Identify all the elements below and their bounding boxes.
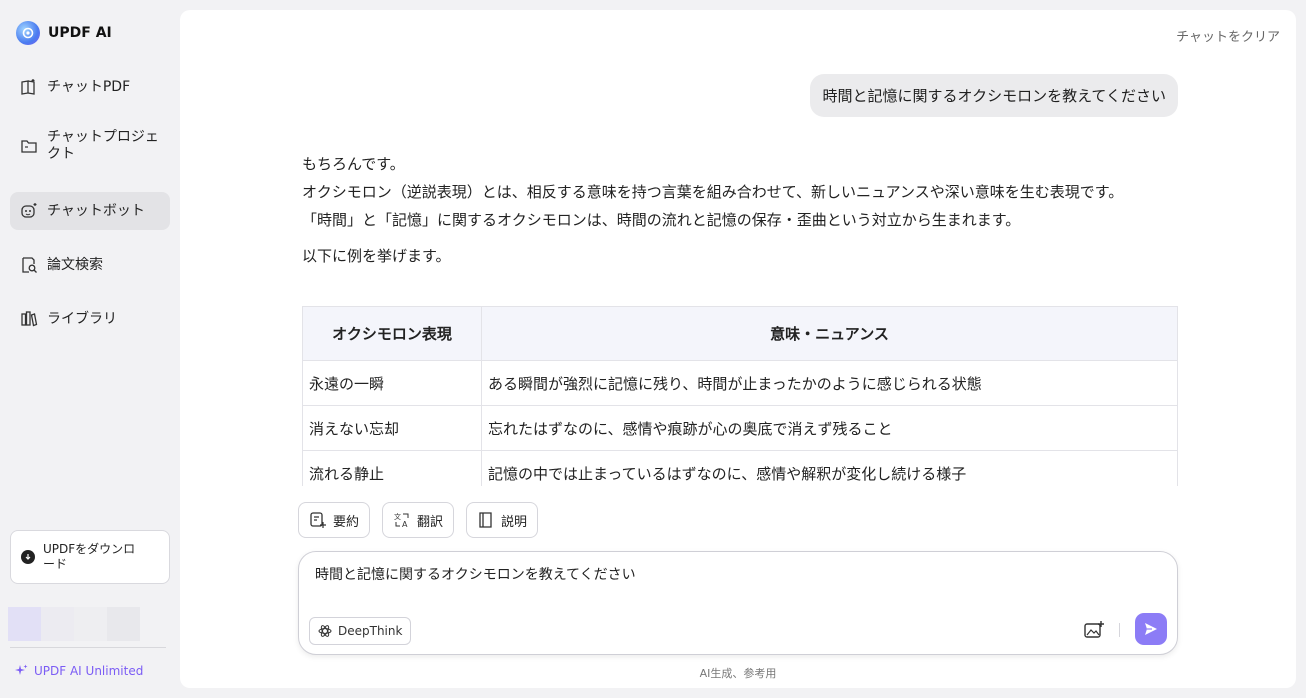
summarize-button[interactable]: 要約 [298, 502, 371, 538]
answer-paragraph: オクシモロン（逆説表現）とは、相反する意味を持つ言葉を組み合わせて、新しいニュア… [302, 183, 1124, 201]
table-cell: 流れる静止 [302, 450, 482, 486]
doc-search-icon [22, 257, 37, 273]
download-updf-button[interactable]: UPDFをダウンロード [10, 530, 170, 584]
sidebar-item-label: チャットPDF [47, 78, 131, 95]
oxymoron-table: オクシモロン表現 意味・ニュアンス 永遠の一瞬 ある瞬間が強烈に記憶に残り、時間… [302, 306, 1178, 486]
sidebar-item-paper-search[interactable]: 論文検索 [10, 246, 170, 284]
sidebar-nav: チャットPDF チャットプロジェクト チャットボット 論文検索 ライブラリ [10, 64, 170, 338]
brand-name: UPDF AI [48, 25, 112, 41]
folder-icon [21, 140, 37, 153]
prompt-tools: 要約 文A 翻訳 説明 [298, 502, 539, 538]
oxymoron-table-scroll[interactable]: オクシモロン表現 意味・ニュアンス 永遠の一瞬 ある瞬間が強烈に記憶に残り、時間… [302, 306, 1178, 486]
image-upload-icon[interactable] [1083, 619, 1105, 641]
sidebar-item-chatbot[interactable]: チャットボット [10, 192, 170, 230]
summarize-label: 要約 [333, 514, 360, 530]
svg-text:文: 文 [394, 512, 401, 521]
updf-ai-unlimited-link[interactable]: UPDF AI Unlimited [14, 664, 143, 678]
table-cell: 消えない忘却 [302, 405, 482, 451]
brand[interactable]: UPDF AI [16, 21, 112, 45]
sidebar-item-chat-pdf[interactable]: チャットPDF [10, 64, 170, 110]
table-row: 永遠の一瞬 ある瞬間が強烈に記憶に残り、時間が止まったかのように感じられる状態 [302, 360, 1178, 406]
table-cell: 永遠の一瞬 [302, 360, 482, 406]
book-icon [479, 512, 492, 528]
table-header-row: オクシモロン表現 意味・ニュアンス [302, 306, 1178, 361]
library-icon [21, 311, 38, 327]
account-avatar[interactable] [8, 607, 140, 641]
book-chat-icon [21, 79, 35, 95]
explain-button[interactable]: 説明 [466, 502, 539, 538]
explain-label: 説明 [501, 514, 528, 530]
sidebar-item-label: チャットプロジェクト [47, 129, 159, 162]
summarize-icon [310, 512, 326, 528]
chat-panel: チャットをクリア 時間と記憶に関するオクシモロンを教えてください もちろんです。… [180, 10, 1296, 688]
updf-logo-icon [16, 21, 40, 45]
sidebar-item-label: ライブラリ [47, 310, 117, 327]
translate-icon: 文A [394, 512, 409, 529]
translate-label: 翻訳 [417, 514, 444, 530]
bot-icon [21, 203, 37, 218]
table-cell: 忘れたはずなのに、感情や痕跡が心の奥底で消えず残ること [481, 405, 1178, 451]
clear-chat-button[interactable]: チャットをクリア [1176, 26, 1280, 45]
answer-paragraph: 「時間」と「記憶」に関するオクシモロンは、時間の流れと記憶の保存・歪曲という対立… [302, 211, 1021, 229]
sidebar-divider [10, 647, 166, 648]
sidebar-item-label: 論文検索 [47, 256, 103, 273]
chat-composer: DeepThink [298, 551, 1178, 655]
assistant-answer: もちろんです。 オクシモロン（逆説表現）とは、相反する意味を持つ言葉を組み合わせ… [302, 150, 1178, 270]
table-row: 消えない忘却 忘れたはずなのに、感情や痕跡が心の奥底で消えず残ること [302, 405, 1178, 451]
ai-disclaimer: AI生成、参考用 [699, 667, 777, 680]
sidebar-item-chat-project[interactable]: チャットプロジェクト [10, 118, 170, 174]
translate-button[interactable]: 文A 翻訳 [382, 502, 455, 538]
user-message-bubble: 時間と記憶に関するオクシモロンを教えてください [810, 74, 1178, 117]
table-header-cell: オクシモロン表現 [302, 306, 482, 361]
send-button[interactable] [1135, 613, 1167, 645]
download-icon [21, 550, 35, 564]
deepthink-toggle[interactable]: DeepThink [309, 617, 412, 645]
download-label: UPDFをダウンロード [43, 542, 136, 571]
send-icon [1145, 623, 1157, 635]
svg-text:A: A [402, 520, 408, 529]
sidebar-item-label: チャットボット [47, 202, 145, 219]
sparkle-icon [15, 664, 28, 675]
sidebar: UPDF AI チャットPDF チャットプロジェクト チャットボット 論文検索 … [0, 0, 180, 698]
sidebar-item-library[interactable]: ライブラリ [10, 300, 170, 338]
composer-divider [1119, 623, 1120, 637]
table-header-cell: 意味・ニュアンス [481, 306, 1178, 361]
chat-input[interactable] [315, 566, 1155, 582]
answer-paragraph: もちろんです。 [302, 155, 405, 173]
deepthink-label: DeepThink [338, 624, 403, 638]
answer-paragraph: 以下に例を挙げます。 [302, 247, 451, 265]
table-row: 流れる静止 記憶の中では止まっているはずなのに、感情や解釈が変化し続ける様子 [302, 450, 1178, 486]
table-cell: 記憶の中では止まっているはずなのに、感情や解釈が変化し続ける様子 [481, 450, 1178, 486]
table-cell: ある瞬間が強烈に記憶に残り、時間が止まったかのように感じられる状態 [481, 360, 1178, 406]
atom-icon [318, 625, 332, 637]
unlimited-label: UPDF AI Unlimited [34, 664, 144, 678]
